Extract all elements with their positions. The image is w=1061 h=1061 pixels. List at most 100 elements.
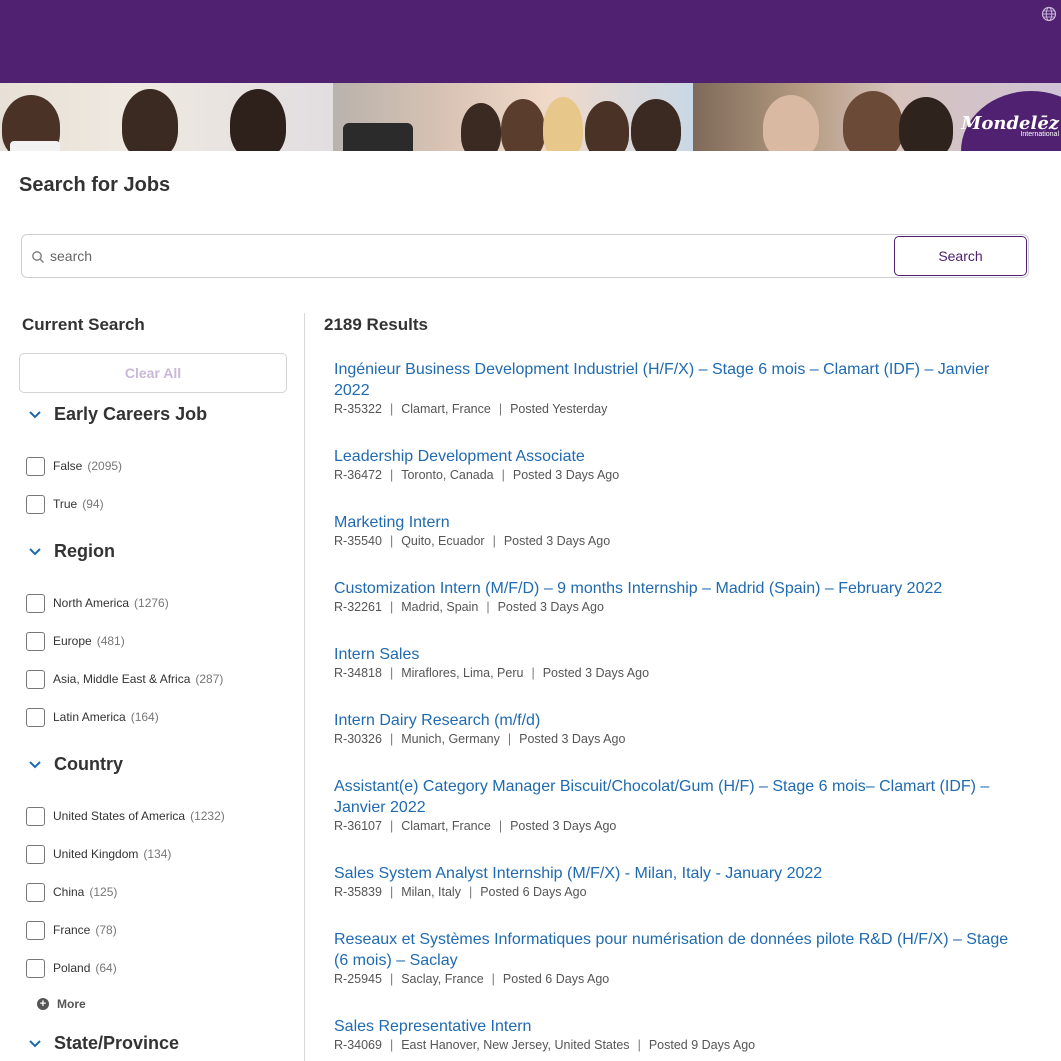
option-count: (481)	[96, 634, 125, 648]
plus-circle-icon: +	[37, 998, 49, 1010]
facet-region[interactable]: Region	[28, 541, 115, 562]
job-result: Customization Intern (M/F/D) – 9 months …	[334, 578, 1024, 614]
job-title-link[interactable]: Customization Intern (M/F/D) – 9 months …	[334, 578, 1024, 599]
job-posted: Posted 3 Days Ago	[510, 819, 617, 833]
job-title-link[interactable]: Marketing Intern	[334, 512, 1024, 533]
option-count: (134)	[143, 847, 172, 861]
job-id: R-36472	[334, 468, 382, 482]
job-location: Clamart, France	[401, 819, 491, 833]
facet-state-province[interactable]: State/Province	[28, 1033, 179, 1054]
page-title: Search for Jobs	[19, 174, 171, 196]
facet-option[interactable]: True (94)	[26, 494, 104, 514]
facet-option[interactable]: Europe (481)	[26, 631, 125, 651]
option-count: (125)	[89, 885, 118, 899]
checkbox[interactable]	[26, 920, 45, 940]
checkbox[interactable]	[26, 844, 45, 864]
job-id: R-36107	[334, 819, 382, 833]
option-count: (64)	[95, 961, 117, 975]
option-count: (287)	[195, 672, 224, 686]
option-label: North America	[53, 596, 130, 610]
option-label: Latin America	[53, 710, 126, 724]
clear-all-button[interactable]: Clear All	[19, 353, 287, 393]
job-title-link[interactable]: Reseaux et Systèmes Informatiques pour n…	[334, 929, 1024, 971]
job-location: East Hanover, New Jersey, United States	[401, 1038, 630, 1052]
option-label: Europe	[53, 634, 92, 648]
checkbox[interactable]	[26, 882, 45, 902]
option-count: (1232)	[190, 809, 225, 823]
job-meta: R-30326 | Munich, Germany | Posted 3 Days Ag…	[334, 732, 626, 746]
job-location: Saclay, France	[401, 972, 484, 986]
checkbox[interactable]	[26, 593, 45, 613]
job-posted: Posted 3 Days Ago	[512, 468, 620, 482]
job-title-link[interactable]: Sales System Analyst Internship (M/F/X) …	[334, 863, 1024, 884]
job-meta: R-34069 | East Hanover, New Jersey, United…	[334, 1038, 756, 1052]
checkbox[interactable]	[26, 707, 45, 727]
option-label: United Kingdom	[53, 847, 139, 861]
checkbox[interactable]	[26, 806, 45, 826]
job-posted: Posted 9 Days Ago	[648, 1038, 756, 1052]
option-count: (2095)	[87, 459, 123, 473]
option-count: (1276)	[134, 596, 169, 610]
job-title-link[interactable]: Assistant(e) Category Manager Biscuit/Ch…	[334, 776, 1024, 818]
search-box	[21, 234, 1029, 278]
column-divider	[304, 313, 305, 1061]
job-result: Marketing Intern R-35540 | Quito, Ecuador |…	[334, 512, 1024, 548]
facet-option[interactable]: France (78)	[26, 920, 117, 940]
option-count: (94)	[82, 497, 104, 511]
job-location: Miraflores, Lima, Peru	[401, 666, 524, 680]
option-label: Asia, Middle East & Africa	[53, 672, 191, 686]
job-title-link[interactable]: Sales Representative Intern	[334, 1016, 1024, 1037]
facet-title: Early Careers Job	[54, 404, 208, 424]
job-id: R-25945	[334, 972, 382, 986]
option-label: China	[53, 885, 85, 899]
checkbox[interactable]	[26, 669, 45, 689]
job-meta: R-25945 | Saclay, France | Posted 6 Days Ago	[334, 972, 610, 986]
facet-country[interactable]: Country	[28, 754, 123, 775]
job-title-link[interactable]: Leadership Development Associate	[334, 446, 1024, 467]
job-location: Clamart, France	[401, 402, 491, 416]
job-meta: R-35540 | Quito, Ecuador | Posted 3 Days Ago	[334, 534, 611, 548]
option-label: Poland	[53, 961, 91, 975]
job-meta: R-32261 | Madrid, Spain | Posted 3 Days Ago	[334, 600, 604, 614]
facet-title: State/Province	[54, 1033, 180, 1053]
job-posted: Posted Yesterday	[510, 402, 608, 416]
checkbox[interactable]	[26, 958, 45, 978]
facet-option[interactable]: Poland (64)	[26, 958, 117, 978]
job-id: R-35839	[334, 885, 382, 899]
facet-early-careers-job[interactable]: Early Careers Job	[28, 404, 207, 425]
facet-title: Region	[54, 541, 115, 561]
search-input[interactable]	[50, 243, 910, 269]
facet-option[interactable]: False (2095)	[26, 456, 122, 476]
job-id: R-34818	[334, 666, 382, 680]
job-title-link[interactable]: Ingénieur Business Development Industrie…	[334, 359, 1024, 401]
facet-option[interactable]: United States of America (1232)	[26, 806, 225, 826]
facet-option[interactable]: Asia, Middle East & Africa (287)	[26, 669, 223, 689]
job-result: Reseaux et Systèmes Informatiques pour n…	[334, 929, 1024, 986]
checkbox[interactable]	[26, 456, 45, 476]
search-button[interactable]: Search	[894, 236, 1027, 276]
chevron-down-icon	[29, 1039, 41, 1047]
facet-option[interactable]: China (125)	[26, 882, 117, 902]
job-meta: R-34818 | Miraflores, Lima, Peru | Posted 3 …	[334, 666, 650, 680]
globe-icon[interactable]	[1041, 6, 1057, 22]
job-result: Leadership Development Associate R-36472…	[334, 446, 1024, 482]
more-button[interactable]: + More	[37, 997, 86, 1011]
job-posted: Posted 3 Days Ago	[503, 534, 611, 548]
job-title-link[interactable]: Intern Sales	[334, 644, 1024, 665]
job-id: R-30326	[334, 732, 382, 746]
facet-title: Country	[54, 754, 123, 774]
facet-option[interactable]: United Kingdom (134)	[26, 844, 171, 864]
checkbox[interactable]	[26, 631, 45, 651]
job-title-link[interactable]: Intern Dairy Research (m/f/d)	[334, 710, 1024, 731]
more-label: More	[57, 997, 86, 1011]
banner-photo-3: Mondelēz International	[693, 83, 1061, 151]
facet-option[interactable]: North America (1276)	[26, 593, 169, 613]
job-location: Toronto, Canada	[401, 468, 494, 482]
chevron-down-icon	[29, 410, 41, 418]
job-result: Intern Sales R-34818 | Miraflores, Lima, P…	[334, 644, 1024, 680]
job-result: Assistant(e) Category Manager Biscuit/Ch…	[334, 776, 1024, 833]
chevron-down-icon	[29, 547, 41, 555]
facet-option[interactable]: Latin America (164)	[26, 707, 159, 727]
checkbox[interactable]	[26, 494, 45, 514]
job-location: Milan, Italy	[401, 885, 461, 899]
